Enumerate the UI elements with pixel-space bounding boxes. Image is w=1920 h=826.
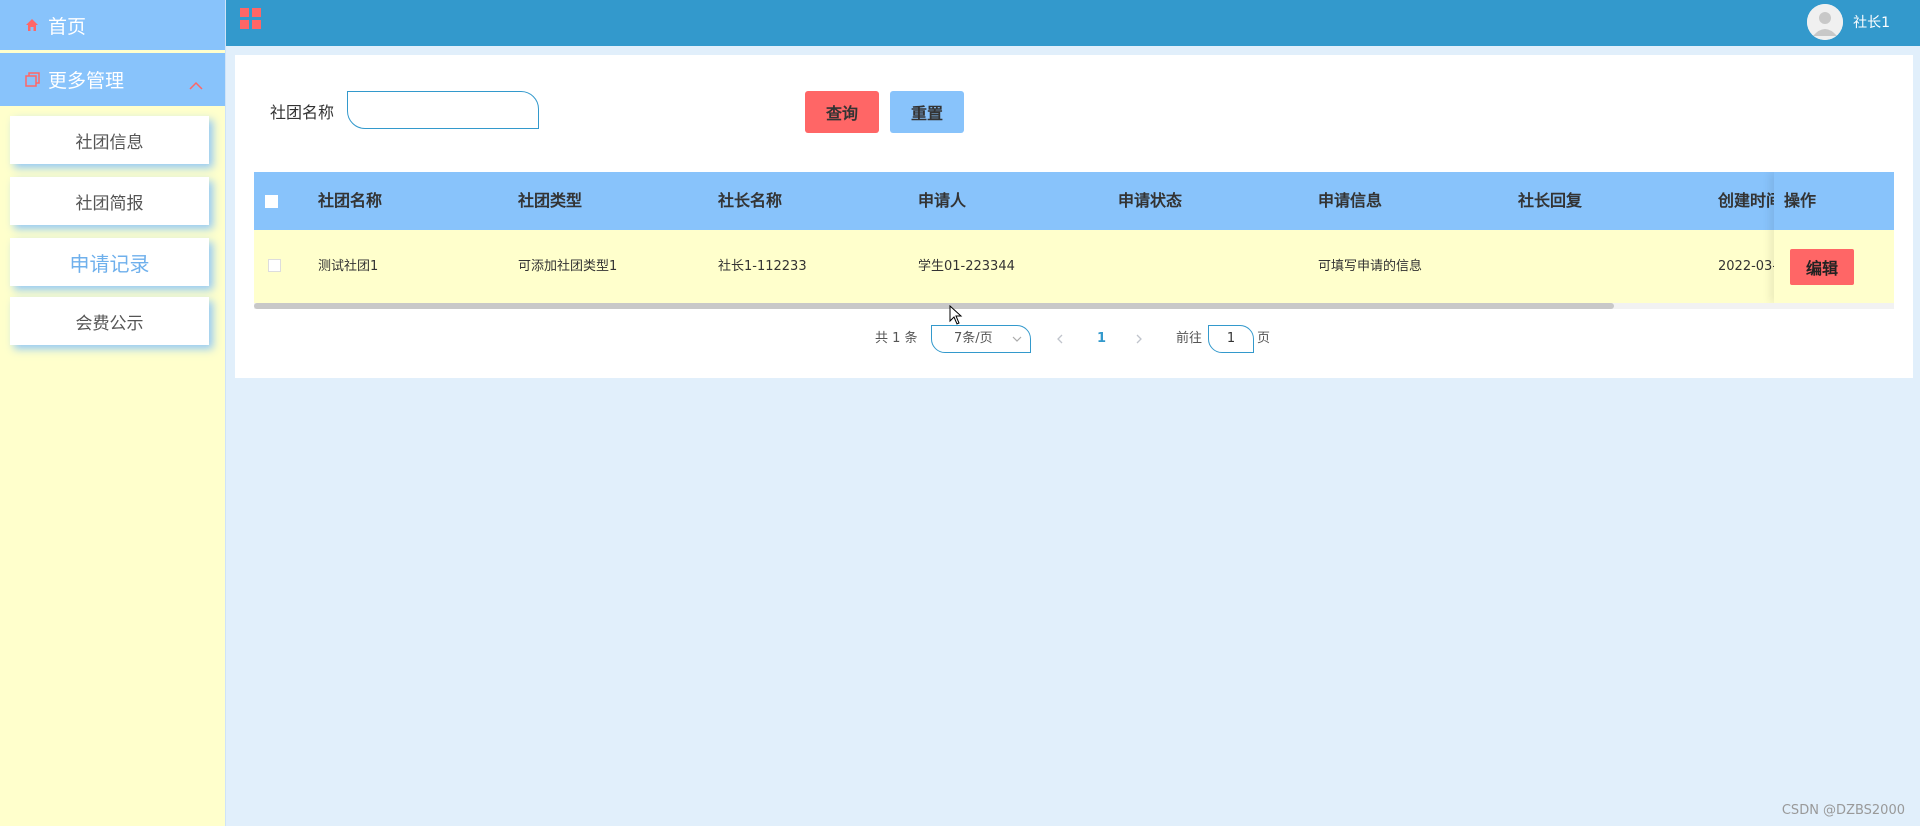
column-header[interactable]: 申请状态	[1118, 172, 1182, 230]
sidebar-item-fee-notice[interactable]: 会费公示	[10, 297, 209, 345]
page-number[interactable]: 1	[1097, 325, 1106, 353]
user-name: 社长1	[1853, 15, 1890, 31]
sidebar-item-home[interactable]: 首页	[0, 0, 225, 50]
fixed-action-column: 操作 编辑	[1774, 172, 1894, 303]
chevron-up-icon[interactable]	[189, 74, 203, 96]
page-size-select[interactable]: 7条/页	[931, 325, 1031, 353]
cell-club-type: 可添加社团类型1	[518, 259, 618, 274]
page-size-value: 7条/页	[954, 331, 993, 346]
fixed-cell: 编辑	[1774, 230, 1894, 303]
column-header[interactable]: 社长回复	[1518, 172, 1582, 230]
column-header: 操作	[1784, 191, 1817, 210]
chevron-down-icon	[1012, 326, 1022, 362]
select-all-checkbox[interactable]	[265, 195, 278, 208]
table-row[interactable]: 测试社团1 可添加社团类型1 社长1-112233 学生01-223344 可填…	[254, 230, 1894, 303]
goto-page-value: 1	[1226, 331, 1236, 346]
mouse-cursor-icon	[949, 304, 963, 329]
sidebar-item-club-info[interactable]: 社团信息	[10, 116, 209, 164]
reset-button[interactable]: 重置	[890, 91, 964, 133]
goto-prefix: 前往	[1176, 331, 1203, 346]
copy-icon	[24, 72, 40, 88]
cell-applicant: 学生01-223344	[918, 259, 1015, 274]
home-icon	[24, 17, 40, 33]
sidebar-item-label: 会费公示	[75, 313, 144, 334]
user-menu[interactable]: 社长1	[1807, 0, 1890, 44]
sidebar-item-club-brief[interactable]: 社团简报	[10, 177, 209, 225]
scrollbar-thumb[interactable]	[254, 303, 1614, 309]
data-table: 社团名称 社团类型 社长名称 申请人 申请状态 申请信息 社长回复 创建时间 测…	[254, 172, 1894, 309]
sidebar-item-label: 社团简报	[75, 193, 144, 214]
cell-president: 社长1-112233	[718, 259, 807, 274]
club-name-input[interactable]	[347, 91, 539, 129]
column-header[interactable]: 申请人	[918, 172, 966, 230]
cell-info: 可填写申请的信息	[1318, 259, 1423, 274]
next-page-icon[interactable]	[1134, 325, 1144, 353]
sidebar-group-more[interactable]: 更多管理	[0, 53, 225, 106]
sidebar: 首页 更多管理 社团信息 社团简报 申请记录 会费公示	[0, 0, 226, 826]
user-avatar-icon	[1807, 4, 1844, 40]
column-header[interactable]: 社长名称	[718, 172, 782, 230]
column-header[interactable]: 创建时间	[1718, 172, 1782, 230]
sidebar-item-label: 首页	[48, 15, 87, 38]
search-label: 社团名称	[270, 103, 335, 122]
fixed-header: 操作	[1774, 172, 1894, 230]
prev-page-icon[interactable]	[1055, 325, 1065, 353]
column-header[interactable]: 社团名称	[318, 172, 382, 230]
goto-suffix: 页	[1257, 331, 1271, 346]
pagination: 共 1 条 7条/页 1 前往 1 页	[235, 325, 1913, 353]
goto-page-input[interactable]: 1	[1208, 325, 1254, 353]
horizontal-scrollbar[interactable]	[254, 303, 1894, 309]
sidebar-item-apply-records[interactable]: 申请记录	[10, 238, 209, 286]
column-header[interactable]: 申请信息	[1318, 172, 1382, 230]
table-header: 社团名称 社团类型 社长名称 申请人 申请状态 申请信息 社长回复 创建时间	[254, 172, 1894, 230]
top-header: 社长1	[226, 0, 1920, 46]
cell-club-name: 测试社团1	[318, 259, 379, 274]
edit-button[interactable]: 编辑	[1790, 249, 1854, 285]
query-button[interactable]: 查询	[805, 91, 879, 133]
main-card: 社团名称 查询 重置 社团名称 社团类型 社长名称 申请人 申请状态 申请信息 …	[235, 55, 1913, 378]
watermark: CSDN @DZBS2000	[1781, 803, 1905, 818]
column-header[interactable]: 社团类型	[518, 172, 582, 230]
total-count: 共 1 条	[875, 331, 918, 346]
sidebar-item-label: 社团信息	[75, 132, 144, 153]
sidebar-item-label: 申请记录	[69, 251, 150, 276]
cell-created: 2022-03-	[1718, 259, 1778, 274]
row-checkbox[interactable]	[268, 259, 281, 272]
sidebar-group-label: 更多管理	[48, 70, 125, 92]
grid-icon[interactable]	[240, 8, 262, 34]
